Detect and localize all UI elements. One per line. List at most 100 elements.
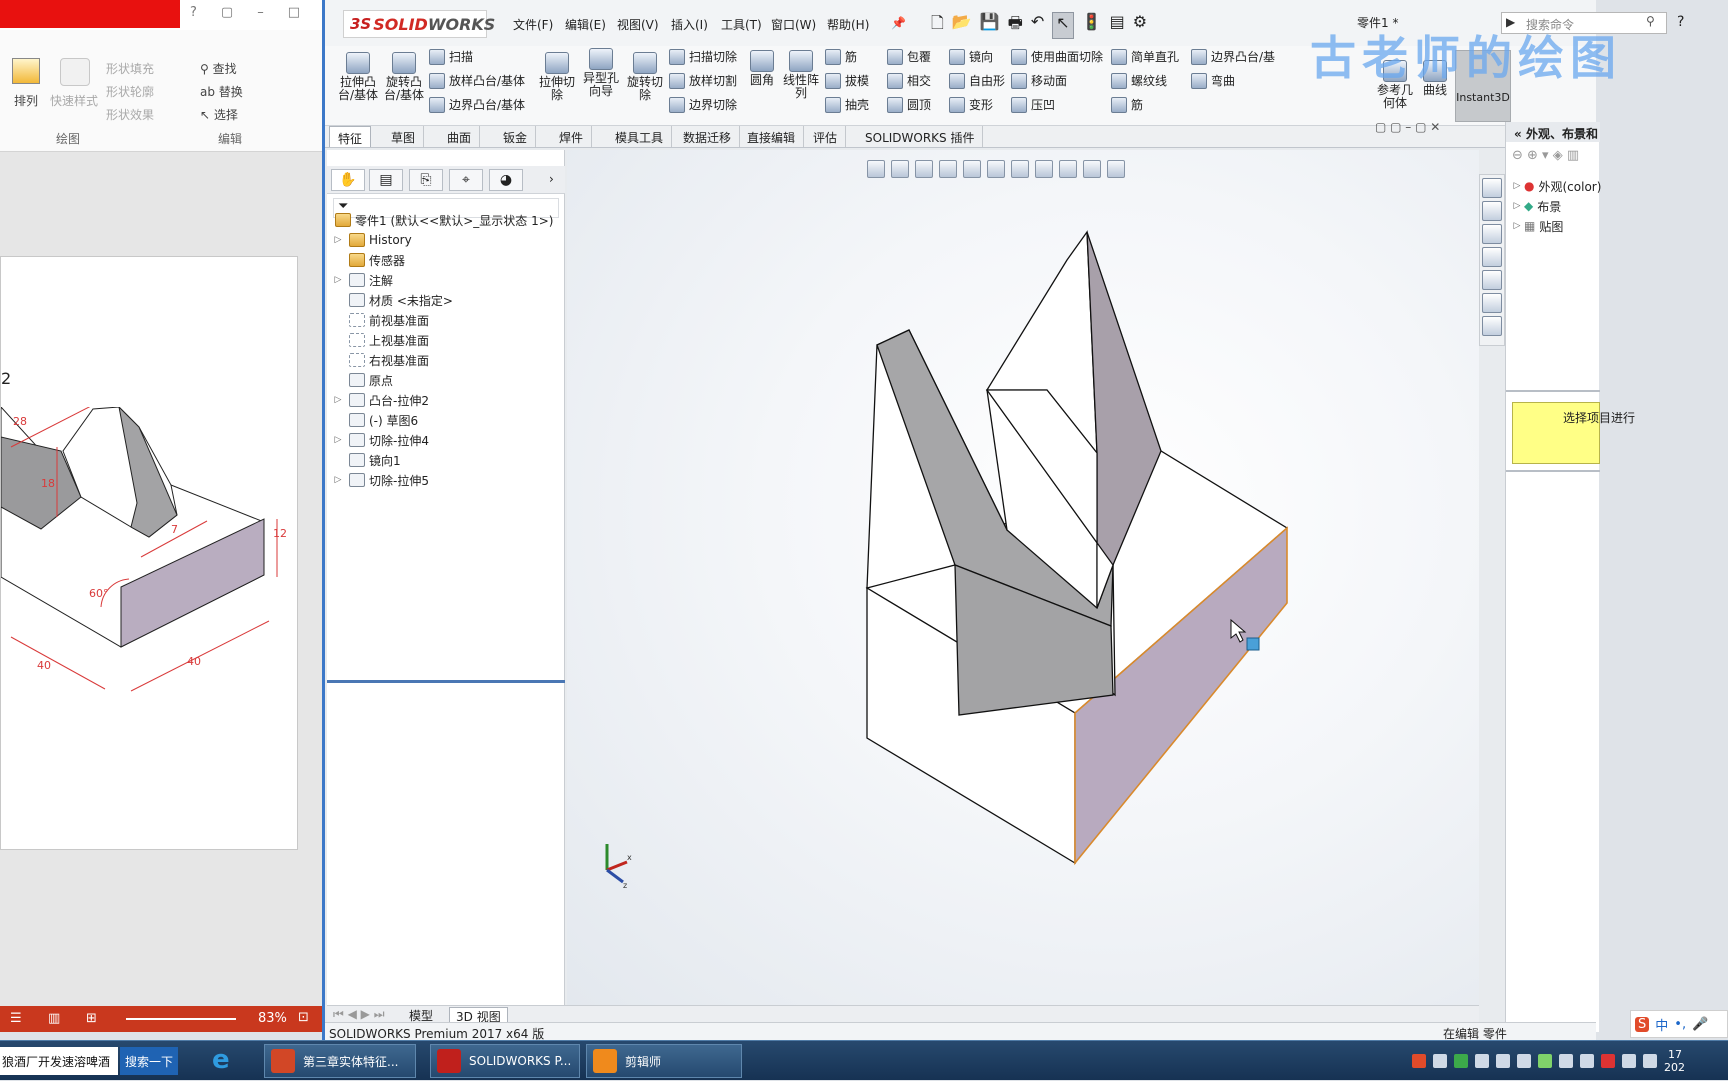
task-pane-divider[interactable] (1506, 390, 1600, 392)
graphics-area[interactable]: ▢ ▢ – ▢ ✕ x z (567, 120, 1479, 1005)
tray-icon[interactable] (1580, 1054, 1594, 1068)
quick-styles-icon[interactable] (60, 58, 90, 86)
view-palette-icon[interactable] (1482, 247, 1502, 267)
tree-item[interactable]: ▷ 切除-拉伸5 (331, 470, 429, 490)
nvidia-icon[interactable] (1538, 1054, 1552, 1068)
config-manager-tab-icon[interactable]: ⎘ (409, 169, 443, 191)
print-icon[interactable]: 🖶 (1008, 12, 1023, 39)
tree-item[interactable]: 原点 (331, 370, 393, 390)
tree-item[interactable]: ▷ 切除-拉伸4 (331, 430, 429, 450)
expand-arrow-icon[interactable]: ▷ (331, 435, 345, 445)
quick-styles-button[interactable]: 快速样式 (50, 92, 98, 109)
move-face-button[interactable]: 移动面 (1011, 72, 1067, 89)
file-properties-icon[interactable]: ▤ (1110, 12, 1125, 39)
tab-evaluate[interactable]: 评估 (805, 126, 847, 147)
select-cursor-icon[interactable]: ↖ (1052, 12, 1074, 39)
simple-hole-button[interactable]: 简单直孔 (1111, 48, 1179, 65)
custom-properties-icon[interactable] (1482, 293, 1502, 313)
tree-item[interactable]: ▷ 注解 (331, 270, 393, 290)
expand-arrow-icon[interactable]: ▷ (331, 275, 345, 285)
menu-help[interactable]: 帮助(H) (827, 16, 869, 33)
flex-button[interactable]: 弯曲 (1191, 72, 1235, 89)
tab-mold-tools[interactable]: 模具工具 (607, 126, 673, 147)
revolve-boss-button[interactable]: 旋转凸 台/基体 (383, 52, 425, 102)
tab-sheet-metal[interactable]: 钣金 (495, 126, 537, 147)
tab-3d-view[interactable]: 3D 视图 (449, 1007, 508, 1024)
fit-slide-icon[interactable]: ⊡ (298, 1010, 309, 1025)
expand-arrow-icon[interactable]: ▷ (331, 475, 345, 485)
search-icon[interactable]: ⚲ (1646, 14, 1655, 28)
dome-button[interactable]: 圆顶 (887, 96, 931, 113)
menu-file[interactable]: 文件(F) (513, 16, 553, 33)
dimxpert-tab-icon[interactable]: ⌖ (449, 169, 483, 191)
appearances-icon[interactable] (1482, 270, 1502, 290)
tab-features[interactable]: 特征 (329, 126, 372, 147)
tray-icon[interactable] (1622, 1054, 1636, 1068)
menu-insert[interactable]: 插入(I) (671, 16, 708, 33)
surface-cut-button[interactable]: 使用曲面切除 (1011, 48, 1103, 65)
arrange-button[interactable]: 排列 (14, 92, 38, 109)
tray-icon[interactable] (1475, 1054, 1489, 1068)
property-manager-tab-icon[interactable]: ▤ (369, 169, 403, 191)
zoom-slider[interactable] (126, 1018, 236, 1020)
shield-icon[interactable] (1454, 1054, 1468, 1068)
menu-edit[interactable]: 编辑(E) (565, 16, 606, 33)
restore-icon[interactable]: ▢ (221, 5, 233, 25)
taskbar-powerpoint[interactable]: 第三章实体特征... (264, 1044, 416, 1078)
replace-button[interactable]: ab 替换 (200, 83, 243, 100)
save-icon[interactable]: 💾 (980, 12, 1000, 39)
task-pane-nav[interactable]: ⊖ ⊕ ▾ ◈ ▥ (1512, 148, 1579, 163)
menu-window[interactable]: 窗口(W) (771, 16, 816, 33)
tree-item[interactable]: 镜向1 (331, 450, 401, 470)
graphics-window-controls[interactable]: ▢ ▢ – ▢ ✕ (1375, 120, 1440, 134)
wrap-button[interactable]: 包覆 (887, 48, 931, 65)
solidworks-logo[interactable]: 3S SOLID WORKS (343, 10, 495, 38)
ime-toolbar[interactable]: S 中 •, 🎤 (1630, 1010, 1728, 1038)
tree-item[interactable]: ▷ History (331, 230, 412, 250)
extrude-boss-button[interactable]: 拉伸凸 台/基体 (337, 52, 379, 102)
shell-button[interactable]: 抽壳 (825, 96, 869, 113)
tree-item[interactable]: 材质 <未指定> (331, 290, 453, 310)
maximize-icon[interactable]: □ (288, 5, 300, 25)
options-gear-icon[interactable]: ⚙ (1133, 12, 1147, 39)
tray-icon[interactable] (1433, 1054, 1447, 1068)
tray-icon[interactable] (1559, 1054, 1573, 1068)
pin-icon[interactable]: 📌 (891, 16, 906, 30)
volume-icon[interactable] (1517, 1054, 1531, 1068)
reading-view-icon[interactable]: ▥ (48, 1011, 60, 1026)
collapse-icon[interactable]: « (1514, 127, 1526, 141)
tray-icon[interactable] (1643, 1054, 1657, 1068)
rib-button[interactable]: 筋 (825, 48, 857, 65)
tray-icon[interactable] (1601, 1054, 1615, 1068)
appearance-item[interactable]: ▷ ● 外观(color) (1510, 176, 1602, 196)
scene-item[interactable]: ▷ ◆ 布景 (1510, 196, 1562, 216)
clock[interactable]: 17 202 (1664, 1048, 1685, 1074)
boundary-cut-button[interactable]: 边界切除 (669, 96, 737, 113)
tab-sketch[interactable]: 草图 (383, 126, 425, 147)
thread-button[interactable]: 螺纹线 (1111, 72, 1167, 89)
display-manager-tab-icon[interactable]: ◕ (489, 169, 523, 191)
tab-model[interactable]: 模型 (403, 1007, 439, 1023)
expand-arrow-icon[interactable]: ▷ (331, 235, 345, 245)
new-doc-icon[interactable]: 🗋 (931, 12, 944, 39)
notes-icon[interactable]: ☰ (10, 1011, 22, 1026)
tab-scroll-arrows[interactable]: ⏮ ◀ ▶ ⏭ (327, 1007, 391, 1023)
minimize-icon[interactable]: – (257, 5, 264, 25)
undo-icon[interactable]: ↶ (1031, 12, 1044, 39)
tree-splitter[interactable] (327, 680, 565, 683)
freeform-button[interactable]: 自由形 (949, 72, 1005, 89)
select-button[interactable]: ↖ 选择 (200, 106, 238, 123)
taskbar-editor[interactable]: 剪辑师 (586, 1044, 742, 1078)
chevron-right-icon[interactable]: › (549, 172, 554, 186)
boundary-boss2-button[interactable]: 边界凸台/基 (1191, 48, 1275, 65)
sweep-cut-button[interactable]: 扫描切除 (669, 48, 737, 65)
boundary-boss-button[interactable]: 边界凸台/基体 (429, 96, 525, 113)
feature-tree-tab-icon[interactable]: ✋ (331, 169, 365, 191)
network-icon[interactable] (1496, 1054, 1510, 1068)
help-icon[interactable]: ? (190, 5, 197, 25)
sweep-button[interactable]: 扫描 (429, 48, 473, 65)
taskbar-news-text[interactable]: 狼酒厂开发速溶啤酒 (0, 1047, 118, 1075)
forum-icon[interactable] (1482, 316, 1502, 336)
part-model[interactable] (567, 150, 1479, 1005)
menu-view[interactable]: 视图(V) (617, 16, 659, 33)
